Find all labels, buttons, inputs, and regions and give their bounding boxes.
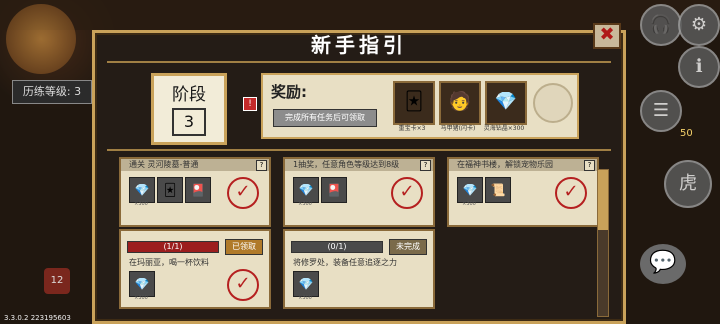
task-card[interactable]: (1/1) 已领取 在玛丽亚，喝一杯饮料 💎 ×300 ✓ bbox=[119, 229, 271, 309]
check-icon: ✓ bbox=[227, 269, 259, 301]
task-card[interactable]: (0/1) 未完成 将修罗处，装备任意追逐之力 💎 ×300 bbox=[283, 229, 435, 309]
diamond-icon[interactable]: 💎 bbox=[129, 177, 155, 203]
check-icon: ✓ bbox=[391, 177, 423, 209]
dialog-title: 新手指引 bbox=[311, 33, 407, 57]
player-avatar[interactable] bbox=[6, 4, 76, 74]
coin-count: 50 bbox=[680, 128, 693, 139]
diamond-icon[interactable]: 💎 bbox=[129, 271, 155, 297]
book-icon[interactable]: ℹ bbox=[678, 46, 720, 88]
chat-icon[interactable]: 💬 bbox=[640, 244, 686, 284]
header-divider bbox=[107, 61, 611, 63]
task-description: 在玛丽亚，喝一杯饮料 bbox=[129, 258, 209, 267]
exp-level-label: 历练等级: 3 bbox=[12, 80, 92, 104]
claim-button[interactable]: 完成所有任务后可领取 bbox=[273, 109, 377, 127]
reward-count: ×300 bbox=[462, 201, 476, 207]
task-title: 通关 灵河陵墓-普通 bbox=[121, 159, 269, 171]
diamond-icon[interactable]: 💎 bbox=[457, 177, 483, 203]
scroll-icon[interactable]: 📜 bbox=[485, 177, 511, 203]
reward-label: 灵海钻晶×300 bbox=[483, 125, 525, 132]
scrollbar-thumb[interactable] bbox=[598, 170, 608, 230]
check-icon: ✓ bbox=[227, 177, 259, 209]
pet-icon: 🧑 bbox=[448, 91, 472, 112]
card-icon: 🃏 bbox=[404, 91, 424, 112]
reward-count: ×300 bbox=[134, 295, 148, 301]
help-icon[interactable]: ? bbox=[584, 160, 595, 171]
reward-count: ×300 bbox=[134, 201, 148, 207]
action-icon[interactable]: 虎 bbox=[664, 160, 712, 208]
task-scrollbar[interactable] bbox=[597, 169, 609, 317]
reward-item[interactable]: 🃏 bbox=[393, 81, 435, 125]
card-icon[interactable]: 🎴 bbox=[321, 177, 347, 203]
task-description: 将修罗处，装备任意追逐之力 bbox=[293, 258, 397, 267]
diamond-icon[interactable]: 💎 bbox=[293, 271, 319, 297]
dialog-header: 新手指引 ✖ bbox=[95, 23, 623, 61]
reward-item[interactable]: 💎 bbox=[485, 81, 527, 125]
task-title: 在福神书楼，解锁宠物乐园 bbox=[449, 159, 597, 171]
section-divider bbox=[107, 149, 611, 151]
gear-icon[interactable]: ⚙ bbox=[678, 4, 720, 46]
stage-box: 阶段 3 bbox=[151, 73, 227, 145]
task-card[interactable]: 通关 灵河陵墓-普通 ? 💎 🃏 🎴 ×300 ✓ bbox=[119, 157, 271, 227]
alert-icon: ! bbox=[243, 97, 257, 111]
card-icon[interactable]: 🎴 bbox=[185, 177, 211, 203]
headset-icon[interactable]: 🎧 bbox=[640, 4, 682, 46]
reward-count: ×300 bbox=[298, 295, 312, 301]
help-icon[interactable]: ? bbox=[420, 160, 431, 171]
reward-title: 奖励: bbox=[271, 83, 307, 101]
reward-count: ×300 bbox=[298, 201, 312, 207]
stage-number: 3 bbox=[172, 108, 206, 136]
task-progress: (1/1) bbox=[127, 241, 219, 253]
diamond-icon: 💎 bbox=[494, 91, 518, 112]
diamond-icon[interactable]: 💎 bbox=[293, 177, 319, 203]
task-title: 1抽奖，任意角色等级达到8级 bbox=[285, 159, 433, 171]
reward-panel: 奖励: 完成所有任务后可领取 🃏 🧑 💎 重宝卡×3 马甲猪(闪卡) 灵海钻晶×… bbox=[261, 73, 579, 139]
menu-icon[interactable]: ☰ bbox=[640, 90, 682, 132]
reward-item[interactable]: 🧑 bbox=[439, 81, 481, 125]
close-button[interactable]: ✖ bbox=[593, 23, 621, 49]
task-status-badge: 已领取 bbox=[225, 239, 263, 255]
task-card[interactable]: 在福神书楼，解锁宠物乐园 ? 💎 📜 ×300 ✓ bbox=[447, 157, 599, 227]
card-icon[interactable]: 🃏 bbox=[157, 177, 183, 203]
stage-label: 阶段 bbox=[172, 85, 206, 105]
guide-dialog: 新手指引 ✖ 阶段 3 ! 奖励: 完成所有任务后可领取 🃏 🧑 💎 重宝卡×3… bbox=[92, 23, 626, 324]
reward-slot-empty bbox=[533, 83, 573, 123]
help-icon[interactable]: ? bbox=[256, 160, 267, 171]
level-badge: 12 bbox=[44, 268, 70, 294]
task-status-badge: 未完成 bbox=[389, 239, 427, 255]
check-icon: ✓ bbox=[555, 177, 587, 209]
version-text: 3.3.0.2 223195603 bbox=[4, 314, 71, 322]
task-progress: (0/1) bbox=[291, 241, 383, 253]
task-card[interactable]: 1抽奖，任意角色等级达到8级 ? 💎 🎴 ×300 ✓ bbox=[283, 157, 435, 227]
